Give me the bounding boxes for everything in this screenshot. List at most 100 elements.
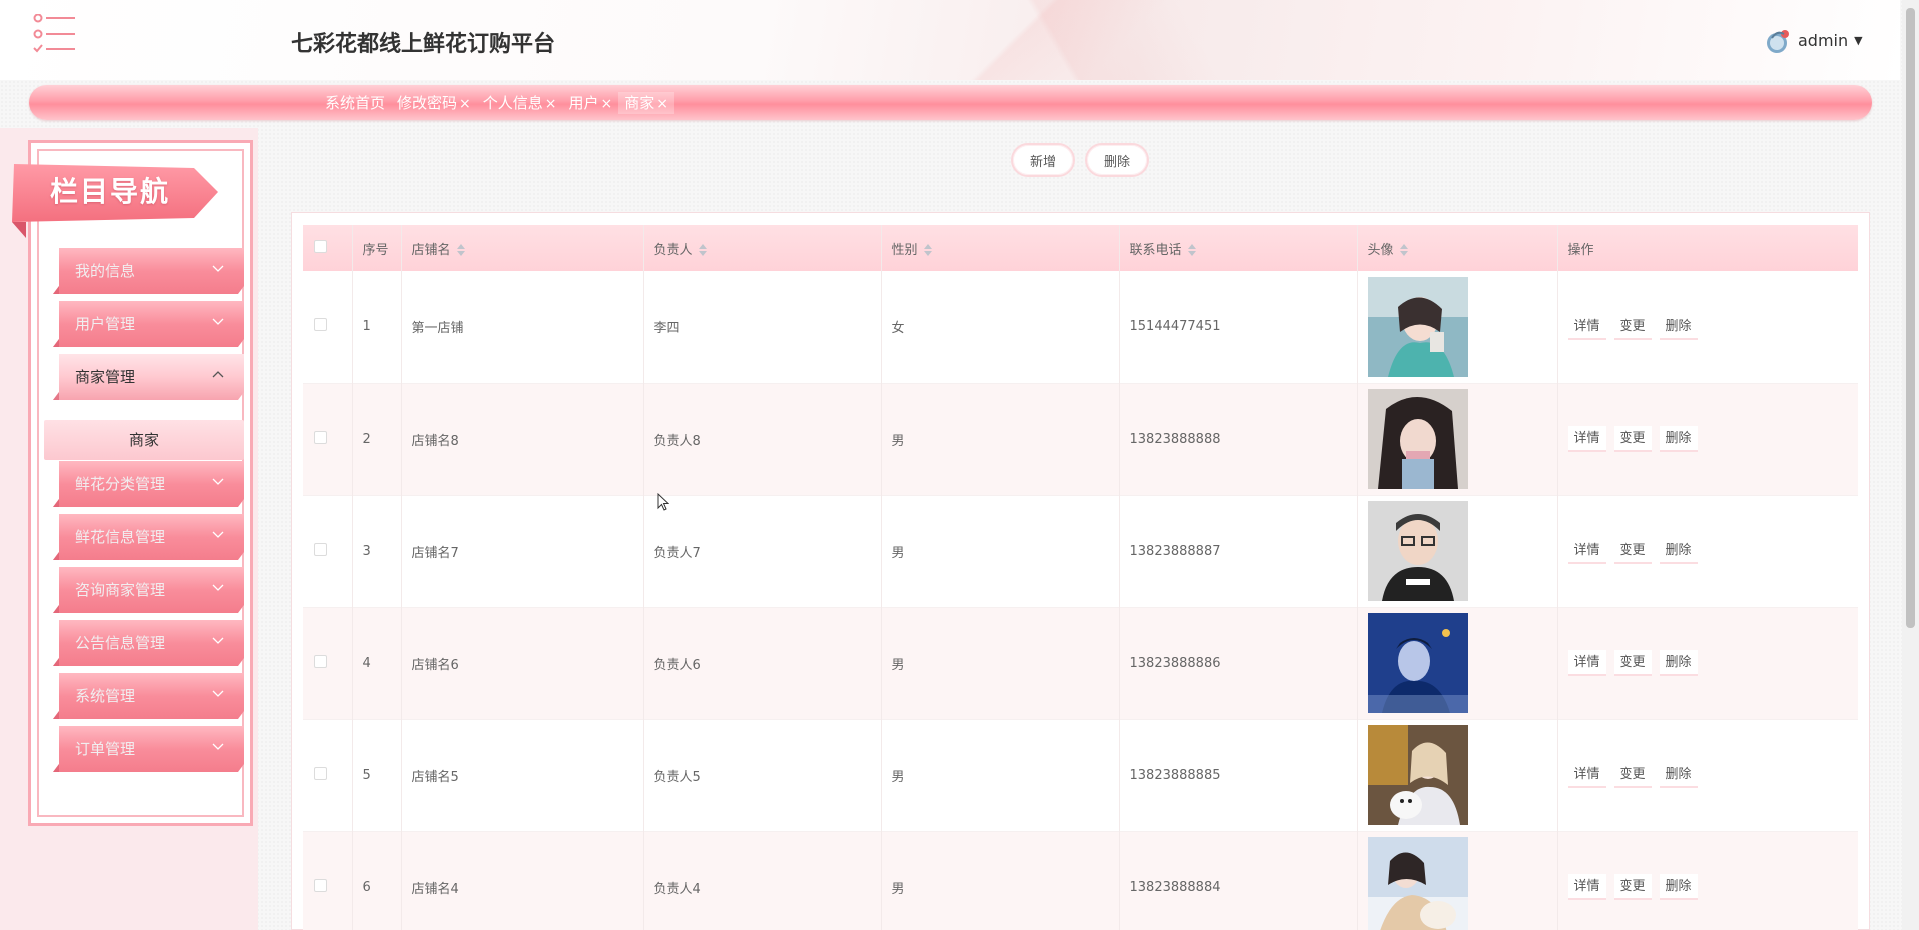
row-checkbox[interactable] — [314, 318, 327, 332]
detail-button[interactable]: 详情 — [1567, 650, 1606, 676]
sidebar-item-label: 商家管理 — [75, 368, 136, 386]
row-checkbox[interactable] — [314, 766, 327, 780]
sidebar-item-7[interactable]: 系统管理 — [53, 673, 244, 719]
select-all-checkbox[interactable] — [314, 239, 327, 253]
tab-2[interactable]: 个人信息 × — [477, 92, 563, 114]
table-row[interactable]: 1 第一店铺 李四女 15144477451 详情 变更 删除 — [303, 271, 1858, 383]
col-gender[interactable]: 性别 — [881, 225, 1120, 271]
sidebar-item-1[interactable]: 用户管理 — [53, 301, 244, 347]
tab-1[interactable]: 修改密码 × — [391, 92, 477, 114]
cell-owner: 负责人8 — [643, 383, 882, 495]
row-checkbox[interactable] — [314, 878, 327, 892]
cell-gender: 男 — [881, 383, 1120, 495]
sort-icon[interactable] — [1187, 243, 1196, 256]
row-delete-button[interactable]: 删除 — [1659, 874, 1698, 900]
row-delete-button[interactable]: 删除 — [1659, 313, 1698, 340]
detail-button[interactable]: 详情 — [1567, 874, 1606, 900]
row-checkbox[interactable] — [314, 654, 327, 668]
scrollbar-thumb[interactable] — [1906, 8, 1915, 628]
tab-0[interactable]: 系统首页 — [319, 92, 391, 114]
sidebar-item-0[interactable]: 我的信息 — [53, 248, 244, 294]
detail-button[interactable]: 详情 — [1567, 426, 1606, 452]
action-buttons: 新增 删除 — [1011, 143, 1150, 177]
tab-close-icon[interactable]: × — [656, 96, 668, 112]
chevron-down-icon — [212, 318, 224, 325]
sidebar-item-3[interactable]: 鲜花分类管理 — [53, 461, 244, 507]
sidebar-item-5[interactable]: 咨询商家管理 — [53, 567, 244, 613]
cell-avatar — [1357, 607, 1558, 719]
edit-button[interactable]: 变更 — [1613, 874, 1652, 900]
edit-button[interactable]: 变更 — [1613, 313, 1652, 340]
cell-owner: 负责人4 — [643, 831, 882, 930]
tab-4[interactable]: 商家 × — [618, 92, 675, 114]
table-row[interactable]: 2 店铺名8 负责人8 男 13823888888 详情 变更 删除 — [303, 383, 1858, 495]
table-row[interactable]: 5 店铺名5 负责人5 男 13823888885 详情 变更 删除 — [303, 719, 1858, 831]
row-delete-button[interactable]: 删除 — [1659, 762, 1698, 788]
sort-icon[interactable] — [456, 243, 465, 256]
edit-button[interactable]: 变更 — [1613, 426, 1652, 452]
row-delete-button[interactable]: 删除 — [1659, 538, 1698, 564]
cell-owner: 负责人6 — [643, 607, 882, 719]
sidebar-subitem-merchant[interactable]: 商家 — [44, 420, 244, 460]
cell-shop-name: 店铺名8 — [401, 383, 644, 495]
delete-button[interactable]: 删除 — [1085, 143, 1150, 177]
sort-icon[interactable] — [1399, 243, 1408, 256]
cell-gender: 女 — [881, 271, 1120, 383]
sort-icon[interactable] — [923, 243, 932, 256]
table-header-row: 序号 店铺名 负责人 性别 联系电话 头像 操作 — [303, 225, 1858, 271]
cell-gender: 男 — [881, 719, 1120, 831]
edit-button[interactable]: 变更 — [1613, 762, 1652, 788]
chevron-up-icon — [212, 371, 224, 378]
row-checkbox[interactable] — [314, 542, 327, 556]
sidebar-item-label: 我的信息 — [75, 262, 136, 280]
detail-button[interactable]: 详情 — [1567, 538, 1606, 564]
cell-avatar — [1357, 271, 1558, 383]
table-row[interactable]: 3 店铺名7 负责人7 男 13823888887 详情 变更 删除 — [303, 495, 1858, 607]
row-delete-button[interactable]: 删除 — [1659, 426, 1698, 452]
sidebar-item-8[interactable]: 订单管理 — [53, 726, 244, 772]
edit-button[interactable]: 变更 — [1613, 650, 1652, 676]
detail-button[interactable]: 详情 — [1567, 313, 1606, 340]
col-phone[interactable]: 联系电话 — [1119, 225, 1358, 271]
sidebar-item-6[interactable]: 公告信息管理 — [53, 620, 244, 666]
sidebar-item-2[interactable]: 商家管理 — [53, 354, 244, 400]
cell-ops: 详情 变更 删除 — [1557, 383, 1858, 495]
tab-close-icon[interactable]: × — [459, 96, 471, 112]
col-owner[interactable]: 负责人 — [643, 225, 882, 271]
avatar-woman-snow — [1367, 837, 1468, 930]
chevron-down-icon — [212, 743, 224, 750]
avatar-man-glasses — [1367, 501, 1468, 601]
sort-icon[interactable] — [698, 243, 707, 256]
table-row[interactable]: 6 店铺名4 负责人4 男 13823888884 详情 变更 删除 — [303, 831, 1858, 930]
menu-toggle-icon[interactable] — [33, 14, 77, 54]
page-scrollbar[interactable] — [1902, 0, 1919, 930]
tab-label: 系统首页 — [325, 94, 386, 112]
sidebar-item-label: 鲜花信息管理 — [75, 528, 166, 546]
table-row[interactable]: 4 店铺名6 负责人6 男 13823888886 详情 变更 删除 — [303, 607, 1858, 719]
row-checkbox[interactable] — [314, 430, 327, 444]
add-button[interactable]: 新增 — [1011, 143, 1076, 177]
col-avatar[interactable]: 头像 — [1357, 225, 1558, 271]
tab-label: 修改密码 — [397, 94, 458, 112]
caret-down-icon: ▼ — [1854, 33, 1863, 47]
select-all-cell — [303, 225, 353, 271]
cell-ops: 详情 变更 删除 — [1557, 831, 1858, 930]
col-shop-name[interactable]: 店铺名 — [401, 225, 644, 271]
tab-close-icon[interactable]: × — [601, 96, 613, 112]
row-select-cell — [303, 495, 353, 607]
row-select-cell — [303, 719, 353, 831]
cell-index: 4 — [352, 607, 402, 719]
cell-phone: 13823888885 — [1119, 719, 1358, 831]
tab-3[interactable]: 用户 × — [563, 92, 619, 114]
cell-shop-name: 店铺名7 — [401, 495, 644, 607]
tab-close-icon[interactable]: × — [545, 96, 557, 112]
row-delete-button[interactable]: 删除 — [1659, 650, 1698, 676]
tab-label: 个人信息 — [482, 94, 543, 112]
detail-button[interactable]: 详情 — [1567, 762, 1606, 788]
chevron-down-icon — [212, 584, 224, 591]
cell-owner: 负责人5 — [643, 719, 882, 831]
cell-avatar — [1357, 831, 1558, 930]
user-menu[interactable]: admin ▼ — [1764, 26, 1863, 54]
edit-button[interactable]: 变更 — [1613, 538, 1652, 564]
sidebar-item-4[interactable]: 鲜花信息管理 — [53, 514, 244, 560]
